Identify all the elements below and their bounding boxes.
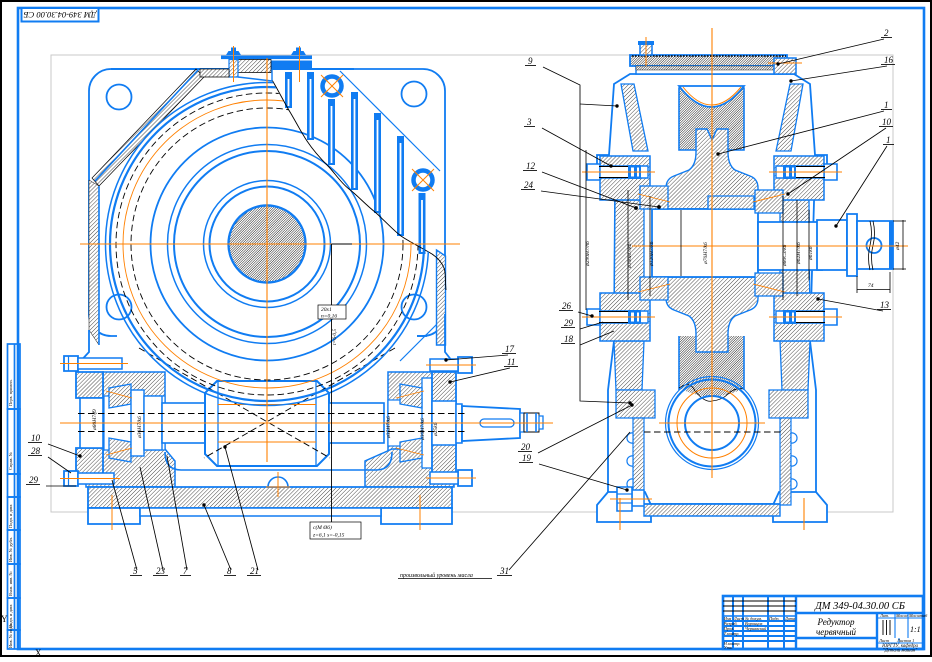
svg-text:"Детали машин": "Детали машин" xyxy=(883,649,919,654)
svg-text:ø30H7/k6: ø30H7/k6 xyxy=(137,416,143,439)
svg-text:Инв. № дубл.: Инв. № дубл. xyxy=(8,537,13,562)
svg-text:Масштаб: Масштаб xyxy=(908,613,928,618)
svg-text:Утв.: Утв. xyxy=(724,645,733,650)
svg-text:ø30H7/k6: ø30H7/k6 xyxy=(420,418,426,441)
svg-text:Справ. №: Справ. № xyxy=(8,452,13,470)
svg-text:ø290H7/h6: ø290H7/h6 xyxy=(585,241,591,267)
svg-text:21: 21 xyxy=(250,566,259,576)
svg-text:10: 10 xyxy=(882,117,892,127)
svg-text:Подп. и дата: Подп. и дата xyxy=(8,504,13,528)
svg-text:1: 1 xyxy=(886,135,891,145)
svg-text:ø62H7/k6: ø62H7/k6 xyxy=(796,242,802,265)
svg-text:n=0,16: n=0,16 xyxy=(321,314,337,320)
svg-text:29: 29 xyxy=(29,475,39,485)
svg-text:5: 5 xyxy=(133,566,138,576)
svg-text:Дата: Дата xyxy=(784,616,795,621)
svg-text:ø80C3/k6: ø80C3/k6 xyxy=(782,244,788,267)
svg-text:Y: Y xyxy=(1,614,8,624)
svg-text:24: 24 xyxy=(524,180,534,190)
svg-text:Лит.: Лит. xyxy=(879,613,889,618)
svg-text:19: 19 xyxy=(522,453,532,463)
svg-text:29: 29 xyxy=(564,318,574,328)
svg-text:ø42: ø42 xyxy=(894,242,901,252)
svg-text:20: 20 xyxy=(521,442,531,452)
svg-text:26: 26 xyxy=(562,301,572,311)
svg-text:червячный: червячный xyxy=(816,627,857,637)
svg-text:ДМ 349-04.30.00 СБ: ДМ 349-04.30.00 СБ xyxy=(814,601,905,612)
svg-text:16: 16 xyxy=(884,55,894,65)
svg-text:Лист: Лист xyxy=(878,638,889,643)
svg-text:Подп.: Подп. xyxy=(768,616,780,621)
svg-text:ø25k6: ø25k6 xyxy=(433,422,439,437)
svg-text:1: 1 xyxy=(884,100,889,110)
svg-text:Инв. № подл.: Инв. № подл. xyxy=(8,623,13,648)
svg-text:Листов 1: Листов 1 xyxy=(896,638,914,643)
svg-text:74: 74 xyxy=(868,282,874,289)
svg-text:t=6·0,5: t=6·0,5 xyxy=(332,329,338,345)
svg-text:3: 3 xyxy=(526,117,532,127)
svg-text:произвольный уровень масла: произвольный уровень масла xyxy=(400,572,473,579)
svg-text:ø61k6: ø61k6 xyxy=(808,246,814,261)
svg-text:Масса: Масса xyxy=(895,613,908,618)
svg-text:18: 18 xyxy=(564,334,574,344)
svg-text:1:1: 1:1 xyxy=(910,625,921,634)
svg-text:20х1: 20х1 xyxy=(321,307,332,313)
svg-text:31: 31 xyxy=(499,566,509,576)
svg-text:ø120H7/k6: ø120H7/k6 xyxy=(649,241,655,267)
svg-text:7: 7 xyxy=(183,566,188,576)
svg-text:13: 13 xyxy=(880,300,890,310)
svg-text:Взам. инв. №: Взам. инв. № xyxy=(8,571,13,596)
svg-text:X: X xyxy=(35,648,42,657)
svg-text:Перв. примен.: Перв. примен. xyxy=(8,379,13,406)
svg-text:10: 10 xyxy=(31,433,41,443)
svg-text:Чернавский: Чернавский xyxy=(745,626,767,631)
svg-text:ø35H7/k6: ø35H7/k6 xyxy=(386,416,392,439)
svg-text:2: 2 xyxy=(884,28,889,38)
svg-text:28: 28 xyxy=(31,446,41,456)
svg-text:12: 12 xyxy=(526,161,536,171)
svg-text:z=6,1 s=-0,15: z=6,1 s=-0,15 xyxy=(312,533,345,539)
svg-text:ø80H7/f9: ø80H7/f9 xyxy=(91,409,98,431)
svg-text:8: 8 xyxy=(227,566,232,576)
svg-text:17: 17 xyxy=(505,344,515,354)
svg-text:ø100H7/k6: ø100H7/k6 xyxy=(627,243,633,269)
svg-text:ø70H7/k6: ø70H7/k6 xyxy=(703,242,709,265)
svg-text:11: 11 xyxy=(507,357,515,367)
svg-text:23: 23 xyxy=(156,566,166,576)
svg-text:с(М Ø6): с(М Ø6) xyxy=(313,524,332,531)
svg-text:ДМ 349-04.30.00 СБ: ДМ 349-04.30.00 СБ xyxy=(24,10,98,20)
svg-text:9: 9 xyxy=(528,56,533,66)
svg-text:Редуктор: Редуктор xyxy=(817,617,855,627)
svg-text:Т.контр.: Т.контр. xyxy=(724,631,740,636)
